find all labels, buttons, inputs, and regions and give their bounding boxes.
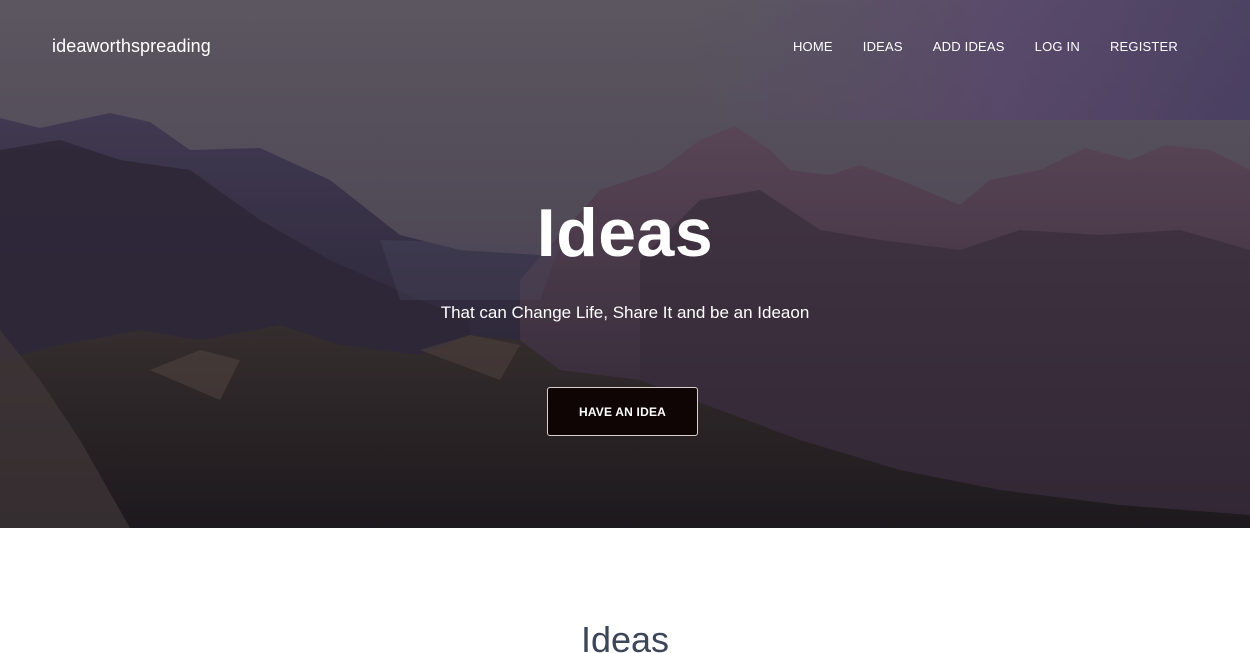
brand-logo[interactable]: ideaworthspreading: [52, 36, 211, 57]
main-nav: HOME IDEAS ADD IDEAS LOG IN REGISTER: [793, 39, 1178, 54]
hero-subtitle: That can Change Life, Share It and be an…: [440, 303, 810, 322]
nav-home[interactable]: HOME: [793, 39, 833, 54]
nav-ideas[interactable]: IDEAS: [863, 39, 903, 54]
have-an-idea-button[interactable]: HAVE AN IDEA: [547, 387, 698, 436]
nav-add-ideas[interactable]: ADD IDEAS: [933, 39, 1005, 54]
ideas-section-title: Ideas: [580, 619, 670, 653]
hero-section: ideaworthspreading HOME IDEAS ADD IDEAS …: [0, 0, 1250, 528]
hero-title: Ideas: [536, 195, 714, 271]
nav-log-in[interactable]: LOG IN: [1035, 39, 1080, 54]
nav-register[interactable]: REGISTER: [1110, 39, 1178, 54]
